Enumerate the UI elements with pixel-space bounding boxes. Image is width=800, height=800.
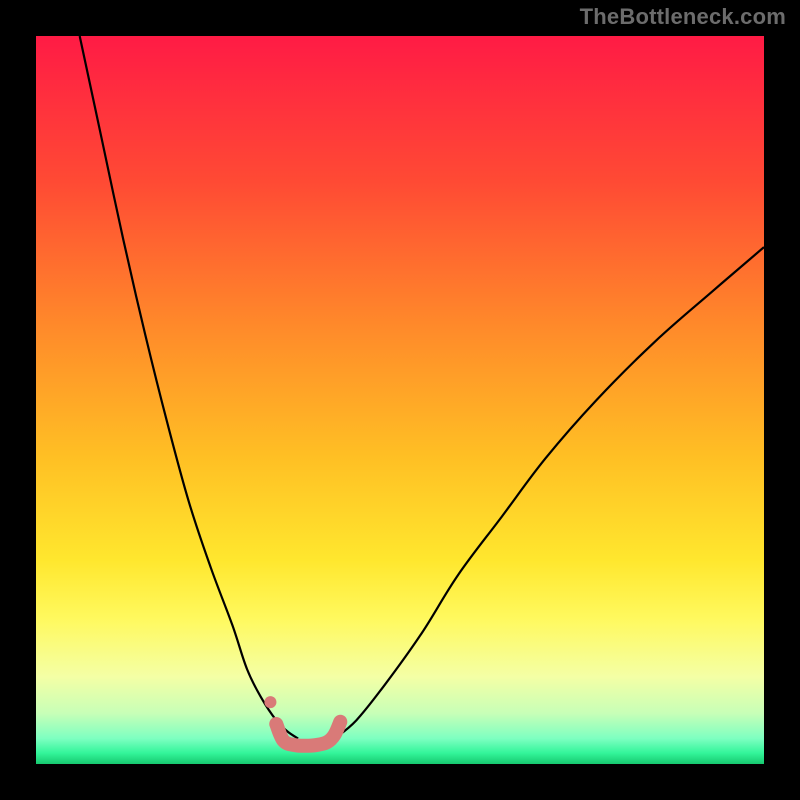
chart-svg [36, 36, 764, 764]
series-trough-dot-point [264, 696, 276, 708]
gradient-background [36, 36, 764, 764]
watermark-text: TheBottleneck.com [580, 4, 786, 30]
plot-area [36, 36, 764, 764]
chart-frame: TheBottleneck.com [0, 0, 800, 800]
